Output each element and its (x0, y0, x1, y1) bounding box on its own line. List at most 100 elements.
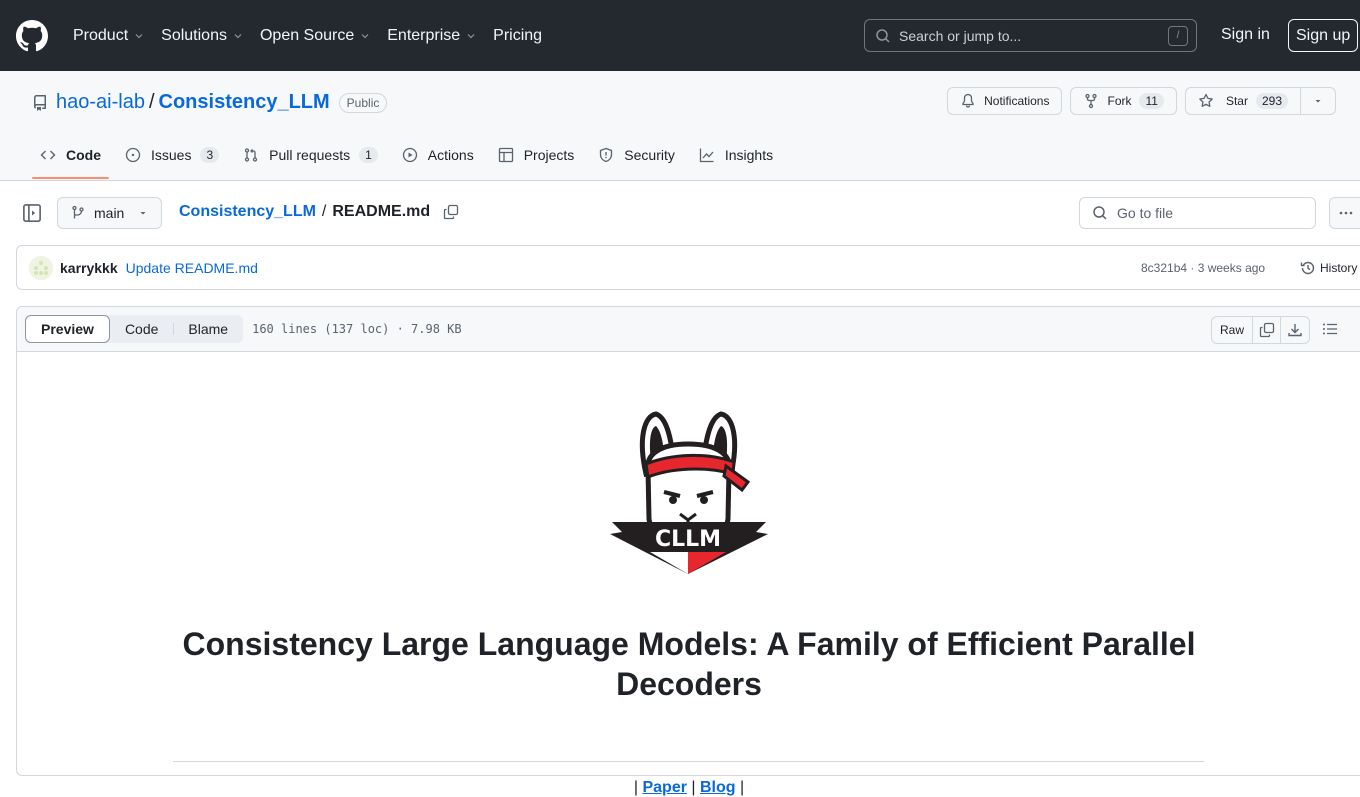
tab-pull-requests-label: Pull requests (269, 147, 351, 163)
links-prefix: | (633, 779, 643, 796)
tab-pull-requests[interactable]: Pull requests 1 (235, 132, 386, 178)
branch-name: main (94, 205, 125, 221)
global-search-input[interactable]: Search or jump to... / (864, 19, 1197, 52)
tab-insights[interactable]: Insights (691, 132, 781, 178)
star-icon (1199, 93, 1213, 107)
kebab-horizontal-icon (1339, 211, 1353, 215)
repo-name-link[interactable]: Consistency_LLM (159, 91, 330, 114)
code-icon (40, 150, 56, 160)
cllm-logo-image: CLLM (576, 384, 801, 609)
copy-icon (1259, 322, 1274, 338)
repo-owner-link[interactable]: hao-ai-lab (56, 91, 145, 114)
global-header: Product Solutions Open Source Enterprise… (0, 0, 1360, 71)
search-icon (1093, 206, 1107, 220)
triangle-down-icon (1315, 100, 1321, 103)
commit-message-link[interactable]: Update README.md (126, 260, 258, 276)
breadcrumb-separator: / (321, 203, 327, 220)
chevron-down-icon (234, 33, 242, 38)
star-button[interactable]: Star 293 (1186, 88, 1301, 114)
paper-link[interactable]: Paper (642, 779, 686, 796)
file-toolbar: Preview Code Blame 160 lines (137 loc) ·… (17, 307, 1360, 352)
preview-tab[interactable]: Preview (25, 315, 110, 343)
branch-selector[interactable]: main (57, 197, 162, 229)
search-shortcut-key: / (1168, 25, 1188, 46)
nav-pricing[interactable]: Pricing (493, 27, 542, 45)
nav-product-label: Product (73, 26, 129, 44)
star-count: 293 (1255, 93, 1288, 109)
notifications-label: Notifications (984, 94, 1050, 108)
history-button[interactable]: History (1300, 260, 1357, 276)
search-placeholder: Search or jump to... (899, 27, 1022, 44)
notifications-button[interactable]: Notifications (947, 87, 1063, 115)
breadcrumb-repo-link[interactable]: Consistency_LLM (179, 203, 316, 221)
commit-author-link[interactable]: karrykkk (60, 260, 118, 276)
tab-security-label: Security (624, 147, 675, 163)
readme-content: CLLM Consistency Large Language Models: … (17, 352, 1360, 796)
triangle-down-icon (140, 212, 146, 215)
llama-logo-icon: CLLM (610, 411, 768, 574)
history-icon (1300, 261, 1315, 274)
logo-text: CLLM (655, 527, 721, 552)
github-logo-link[interactable] (16, 19, 73, 52)
git-branch-icon (72, 205, 84, 219)
repo-title: hao-ai-lab / Consistency_LLM Public (32, 91, 388, 114)
file-info: 160 lines (137 loc) · 7.98 KB (252, 322, 462, 336)
repo-header: hao-ai-lab / Consistency_LLM Public Noti… (0, 71, 1360, 181)
code-view-tab[interactable]: Code (110, 315, 173, 343)
raw-actions-group: Raw (1211, 316, 1311, 344)
visibility-badge: Public (338, 92, 388, 113)
tab-code[interactable]: Code (32, 132, 109, 179)
chevron-down-icon (135, 33, 143, 38)
raw-button[interactable]: Raw (1212, 317, 1254, 343)
global-nav: Product Solutions Open Source Enterprise… (73, 27, 558, 45)
author-avatar[interactable] (29, 255, 53, 280)
blame-tab[interactable]: Blame (173, 315, 243, 343)
tab-actions[interactable]: Actions (394, 132, 482, 178)
tab-projects-label: Projects (523, 147, 575, 163)
links-separator: | (686, 779, 700, 796)
fork-button[interactable]: Fork 11 (1070, 87, 1177, 115)
tab-security[interactable]: Security (590, 132, 683, 178)
sidebar-expand-icon[interactable] (22, 203, 42, 223)
go-to-file-input[interactable]: Go to file (1079, 197, 1316, 229)
blog-link[interactable]: Blog (700, 779, 736, 796)
chevron-down-icon (467, 33, 475, 38)
repo-path-separator: / (148, 91, 155, 113)
graph-icon (699, 148, 714, 163)
pull-requests-count: 1 (359, 147, 378, 163)
readme-title: Consistency Large Language Models: A Fam… (17, 624, 1360, 704)
fork-count: 11 (1139, 93, 1164, 109)
star-lists-dropdown[interactable] (1301, 88, 1335, 114)
sign-up-button[interactable]: Sign up (1288, 19, 1359, 52)
repo-actions: Notifications Fork 11 Star 293 (947, 87, 1336, 115)
more-options-button[interactable] (1329, 197, 1360, 229)
download-raw-button[interactable] (1281, 317, 1309, 343)
shield-icon (600, 147, 613, 163)
list-unordered-icon[interactable] (1322, 321, 1338, 337)
issue-opened-icon (125, 147, 141, 163)
play-icon (402, 147, 417, 163)
bell-icon (962, 93, 974, 108)
sign-in-link[interactable]: Sign in (1221, 26, 1270, 44)
file-breadcrumb: Consistency_LLM / README.md (179, 203, 459, 221)
commit-sha-and-time[interactable]: 8c321b4 · 3 weeks ago (1141, 261, 1265, 275)
tab-projects[interactable]: Projects (490, 132, 583, 178)
nav-enterprise[interactable]: Enterprise (387, 27, 477, 45)
issues-count: 3 (200, 147, 220, 163)
table-icon (498, 147, 513, 163)
tab-actions-label: Actions (427, 147, 474, 163)
repo-forked-icon (1085, 93, 1098, 109)
view-mode-switcher: Preview Code Blame (25, 315, 244, 343)
tab-issues-label: Issues (151, 147, 192, 163)
links-suffix: | (735, 779, 745, 796)
history-label: History (1320, 260, 1358, 275)
nav-product[interactable]: Product (73, 27, 145, 45)
nav-pricing-label: Pricing (493, 26, 543, 44)
nav-solutions[interactable]: Solutions (161, 27, 244, 45)
copy-icon[interactable] (443, 204, 459, 220)
copy-raw-button[interactable] (1253, 317, 1282, 343)
nav-open-source[interactable]: Open Source (260, 27, 371, 45)
breadcrumb-file-name: README.md (332, 203, 431, 220)
tab-issues[interactable]: Issues 3 (117, 132, 227, 178)
git-pull-request-icon (245, 148, 258, 162)
